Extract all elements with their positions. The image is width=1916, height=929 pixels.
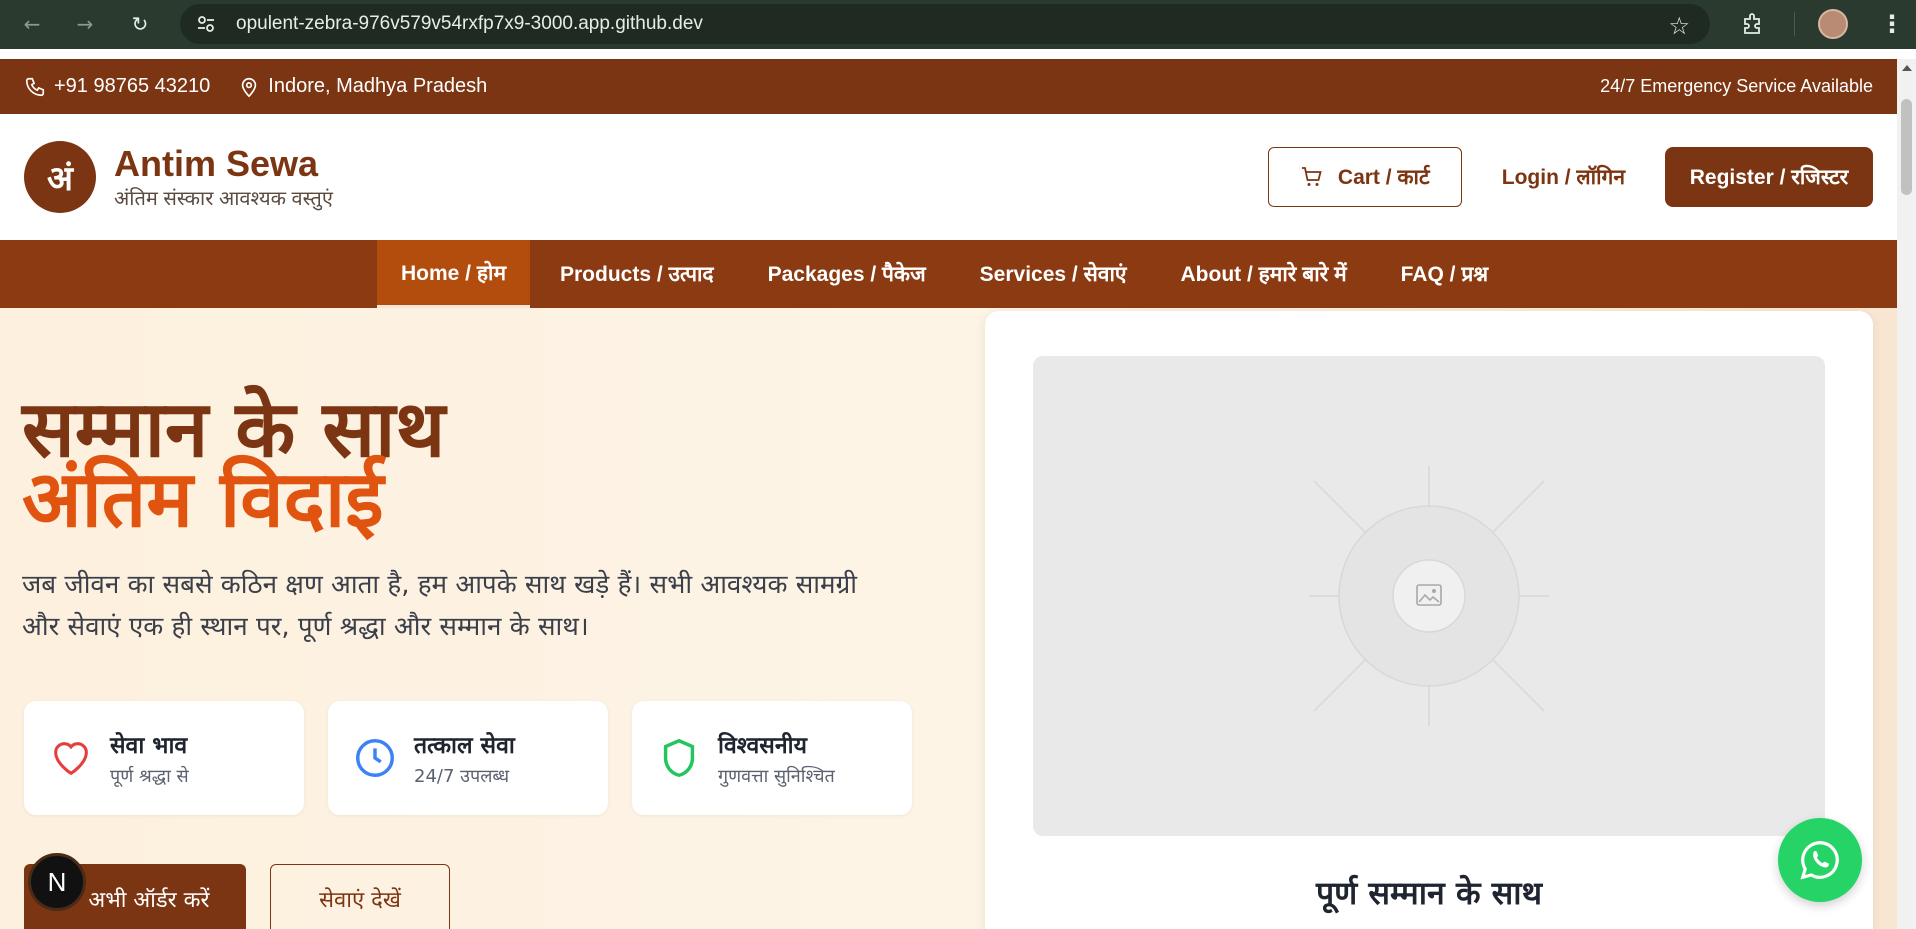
back-icon[interactable]: ← — [20, 12, 44, 36]
url-text: opulent-zebra-976v579v54rxfp7x9-3000.app… — [236, 13, 703, 34]
whatsapp-button[interactable] — [1778, 818, 1862, 902]
bookmark-star-icon[interactable]: ☆ — [1668, 12, 1690, 40]
dev-tools-badge[interactable]: N — [28, 853, 86, 911]
cart-button[interactable]: Cart / कार्ट — [1267, 147, 1462, 207]
location-info: Indore, Madhya Pradesh — [238, 75, 487, 98]
cart-icon — [1301, 167, 1322, 186]
brand-tagline: अंतिम संस्कार आवश्यक वस्तुएं — [114, 187, 333, 210]
scroll-up-arrow[interactable] — [1902, 65, 1912, 71]
feature-subtitle: गुणवत्ता सुनिश्चित — [718, 766, 835, 787]
reload-icon[interactable]: ↻ — [128, 12, 152, 36]
feature-card-instant: तत्काल सेवा 24/7 उपलब्ध — [328, 701, 608, 815]
address-bar[interactable]: opulent-zebra-976v579v54rxfp7x9-3000.app… — [180, 4, 1710, 44]
contact-bar: +91 98765 43210 Indore, Madhya Pradesh 2… — [0, 59, 1897, 114]
site-header: अं Antim Sewa अंतिम संस्कार आवश्यक वस्तु… — [0, 114, 1897, 240]
feature-title: सेवा भाव — [110, 733, 188, 759]
hero-image-card: पूर्ण सम्मान के साथ — [985, 311, 1873, 929]
hero-title-line2: अंतिम विदाई — [22, 455, 384, 545]
login-link[interactable]: Login / लॉगिन — [1502, 163, 1625, 191]
view-services-button[interactable]: सेवाएं देखें — [270, 864, 450, 929]
forward-icon[interactable]: → — [73, 12, 97, 36]
whatsapp-icon — [1800, 841, 1839, 880]
phone-icon — [25, 77, 45, 96]
card-caption: पूर्ण सम्मान के साथ — [1315, 874, 1543, 912]
clock-icon — [356, 739, 394, 777]
placeholder-graphic — [1309, 466, 1549, 726]
page-scrollbar[interactable] — [1897, 59, 1916, 929]
hero-section: सम्मान के साथ अंतिम विदाई जब जीवन का सबस… — [0, 308, 1897, 929]
nav-services[interactable]: Services / सेवाएं — [956, 240, 1151, 308]
phone-number: +91 98765 43210 — [54, 75, 211, 97]
hero-description: जब जीवन का सबसे कठिन क्षण आता है, हम आपक… — [22, 570, 857, 642]
emergency-text: 24/7 Emergency Service Available — [1600, 76, 1873, 96]
extensions-icon[interactable] — [1740, 11, 1766, 37]
feature-title: विश्वसनीय — [718, 733, 807, 759]
scroll-thumb[interactable] — [1901, 99, 1912, 195]
brand[interactable]: Antim Sewa अंतिम संस्कार आवश्यक वस्तुएं — [114, 142, 333, 211]
feature-title: तत्काल सेवा — [414, 733, 515, 759]
phone-info[interactable]: +91 98765 43210 — [24, 75, 210, 98]
header-actions: Cart / कार्ट Login / लॉगिन Register / रज… — [1267, 147, 1873, 207]
profile-avatar[interactable] — [1818, 9, 1848, 39]
brand-name: Antim Sewa — [114, 142, 319, 184]
menu-kebab-icon[interactable]: ⋮ — [1880, 10, 1904, 38]
feature-subtitle: 24/7 उपलब्ध — [414, 766, 510, 787]
register-button[interactable]: Register / रजिस्टर — [1665, 147, 1873, 207]
feature-card-trusted: विश्वसनीय गुणवत्ता सुनिश्चित — [632, 701, 912, 815]
map-pin-icon — [242, 77, 257, 97]
shield-icon — [663, 738, 695, 778]
feature-subtitle: पूर्ण श्रद्धा से — [110, 766, 189, 787]
nav-faq[interactable]: FAQ / प्रश्न — [1377, 240, 1512, 308]
browser-toolbar: ← → ↻ opulent-zebra-976v579v54rxfp7x9-30… — [0, 0, 1916, 49]
nav-home[interactable]: Home / होम — [377, 240, 530, 308]
nav-packages[interactable]: Packages / पैकेज — [744, 240, 950, 308]
toolbar-divider — [1794, 12, 1795, 36]
main-nav: Home / होम Products / उत्पाद Packages / … — [0, 240, 1897, 308]
logo[interactable]: अं — [24, 141, 96, 213]
nav-products[interactable]: Products / उत्पाद — [536, 240, 738, 308]
feature-card-seva: सेवा भाव पूर्ण श्रद्धा से — [24, 701, 304, 815]
cart-label: Cart / कार्ट — [1337, 166, 1430, 189]
nav-about[interactable]: About / हमारे बारे में — [1157, 240, 1371, 308]
heart-icon — [54, 742, 88, 776]
image-placeholder — [1033, 356, 1825, 836]
site-info-icon[interactable] — [196, 14, 216, 34]
location-text: Indore, Madhya Pradesh — [268, 75, 488, 97]
